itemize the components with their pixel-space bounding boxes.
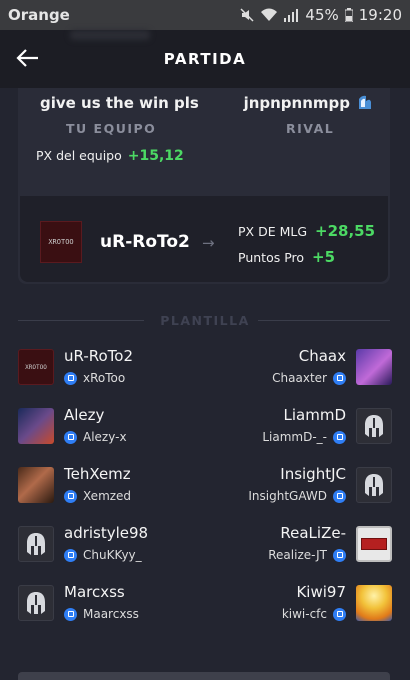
team-px-value: +15,12 xyxy=(127,148,184,164)
psn-id: Realize-JT xyxy=(268,548,346,562)
playstation-icon xyxy=(64,371,77,385)
avatar[interactable] xyxy=(18,526,54,562)
avatar-text: XROTOO xyxy=(25,363,47,371)
player-name[interactable]: InsightJC xyxy=(280,465,346,483)
roster-row: TehXemz Xemzed InsightJC InsightGAWD xyxy=(0,465,410,517)
wifi-icon xyxy=(261,8,278,21)
playstation-icon xyxy=(333,430,346,444)
psn-id: Alezy-x xyxy=(64,430,127,444)
avatar[interactable] xyxy=(356,585,392,621)
mlg-xp: PX DE MLG +28,55 xyxy=(238,222,375,240)
avatar-image xyxy=(361,538,387,550)
match-card: give us the win pls jnpnpnnmpp TU EQUIPO… xyxy=(18,88,390,284)
player-name[interactable]: ReaLiZe- xyxy=(280,524,346,542)
helmet-icon xyxy=(365,474,383,496)
avatar-text: XROTOO xyxy=(48,238,74,246)
mlg-xp-value: +28,55 xyxy=(315,222,376,240)
psn-name: Chaaxter xyxy=(272,371,327,385)
blurred-region xyxy=(70,30,150,40)
psn-name: ChuKKyy_ xyxy=(83,548,142,562)
signal-icon xyxy=(284,9,299,22)
battery-percent: 45% xyxy=(305,6,339,24)
player-name[interactable]: TehXemz xyxy=(64,465,131,483)
player-name[interactable]: Alezy xyxy=(64,406,104,424)
psn-name: Maarcxss xyxy=(83,607,139,621)
pro-points-label: Puntos Pro xyxy=(238,250,305,265)
player-name[interactable]: Marcxss xyxy=(64,583,125,601)
psn-name: Realize-JT xyxy=(268,548,327,562)
mute-icon xyxy=(240,8,254,22)
playstation-icon xyxy=(333,371,346,385)
rival-name: jnpnpnnmpp xyxy=(243,94,350,112)
player-name[interactable]: LiammD xyxy=(284,406,347,424)
psn-id: Maarcxss xyxy=(64,607,139,621)
playstation-icon xyxy=(64,489,77,503)
pro-points-value: +5 xyxy=(312,248,336,266)
helmet-icon xyxy=(27,533,45,555)
psn-id: LiammD-_- xyxy=(262,430,346,444)
roster-row: Marcxss Maarcxss Kiwi97 kiwi-cfc xyxy=(0,583,410,635)
avatar[interactable]: XROTOO xyxy=(18,349,54,385)
team-px: PX del equipo +15,12 xyxy=(36,148,184,164)
status-bar: Orange 45% 19:20 xyxy=(0,0,410,30)
status-icons: 45% 19:20 xyxy=(239,6,402,24)
rival-team-logo-icon xyxy=(356,93,374,111)
page-title: PARTIDA xyxy=(163,50,247,68)
psn-id: ChuKKyy_ xyxy=(64,548,142,562)
playstation-icon xyxy=(333,607,346,621)
divider-line xyxy=(258,320,390,321)
player-name[interactable]: uR-RoTo2 xyxy=(64,347,133,365)
psn-name: kiwi-cfc xyxy=(281,607,327,621)
playstation-icon xyxy=(64,430,77,444)
pro-points: Puntos Pro +5 xyxy=(238,248,335,266)
avatar[interactable] xyxy=(356,408,392,444)
avatar[interactable] xyxy=(356,467,392,503)
playstation-icon xyxy=(333,489,346,503)
psn-name: LiammD-_- xyxy=(262,430,327,444)
carrier-label: Orange xyxy=(8,6,70,24)
psn-id: Chaaxter xyxy=(272,371,346,385)
battery-icon xyxy=(344,8,353,22)
helmet-icon xyxy=(27,592,45,614)
playstation-icon xyxy=(64,607,77,621)
avatar[interactable] xyxy=(356,526,392,562)
avatar[interactable] xyxy=(18,408,54,444)
helmet-icon xyxy=(365,415,383,437)
psn-id: InsightGAWD xyxy=(248,489,346,503)
player-summary[interactable]: XROTOO uR-RoTo2 → PX DE MLG +28,55 Puntos… xyxy=(20,196,388,282)
psn-name: Alezy-x xyxy=(83,430,127,444)
team-name: give us the win pls xyxy=(40,94,199,112)
playstation-icon xyxy=(64,548,77,562)
psn-name: Xemzed xyxy=(83,489,132,503)
avatar[interactable] xyxy=(356,349,392,385)
psn-id: Xemzed xyxy=(64,489,131,503)
clock: 19:20 xyxy=(358,6,402,24)
roster-row: adristyle98 ChuKKyy_ ReaLiZe- Realize-JT xyxy=(0,524,410,576)
roster-row: Alezy Alezy-x LiammD LiammD-_- xyxy=(0,406,410,458)
team-label: TU EQUIPO xyxy=(66,121,157,136)
rival-label: RIVAL xyxy=(286,121,335,136)
psn-id: kiwi-cfc xyxy=(282,607,346,621)
arrow-right-icon: → xyxy=(202,234,215,252)
psn-name: xRoToo xyxy=(83,371,126,385)
avatar: XROTOO xyxy=(40,221,82,263)
avatar[interactable] xyxy=(18,585,54,621)
psn-name: InsightGAWD xyxy=(248,489,327,503)
player-name: uR-RoTo2 xyxy=(100,232,190,252)
roster-row: XROTOO uR-RoTo2 xRoToo Chaax Chaaxter xyxy=(0,347,410,399)
mlg-xp-label: PX DE MLG xyxy=(238,224,308,239)
player-name[interactable]: Kiwi97 xyxy=(296,583,346,601)
player-name[interactable]: Chaax xyxy=(299,347,346,365)
player-name[interactable]: adristyle98 xyxy=(64,524,148,542)
team-px-label: PX del equipo xyxy=(36,148,122,163)
roster-divider: PLANTILLA xyxy=(0,310,410,330)
bottom-panel-edge xyxy=(18,672,390,680)
app-header: PARTIDA xyxy=(0,30,410,88)
avatar[interactable] xyxy=(18,467,54,503)
playstation-icon xyxy=(333,548,346,562)
psn-id: xRoToo xyxy=(64,371,125,385)
